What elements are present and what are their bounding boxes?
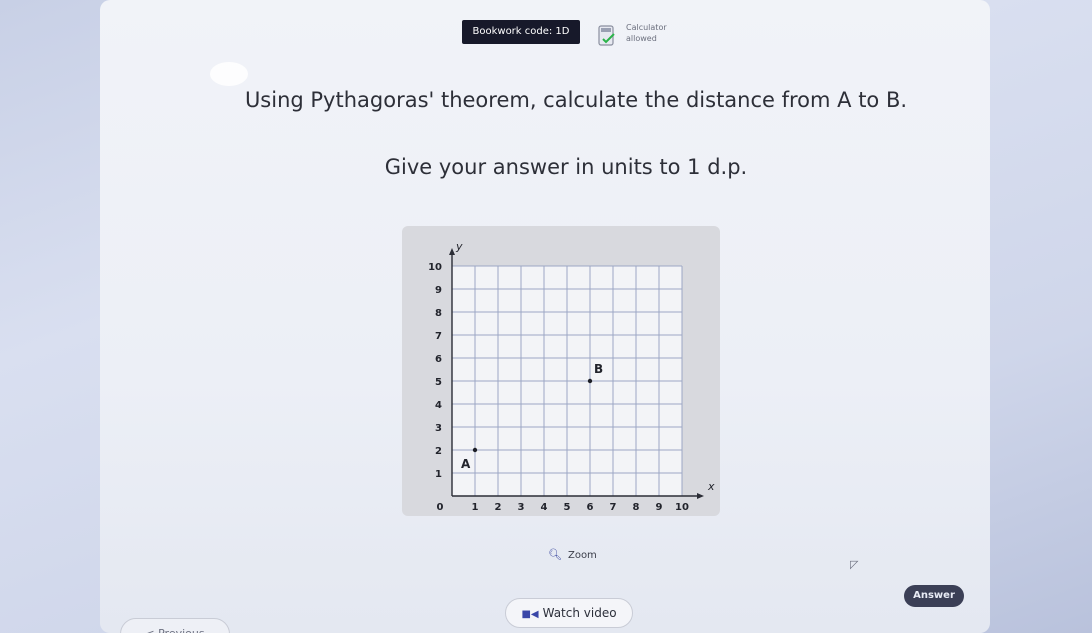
x-tick-label: 5 — [564, 502, 571, 513]
x-tick-label: 8 — [633, 502, 640, 513]
point-a — [472, 447, 478, 453]
calculator-label: Calculator — [626, 23, 667, 32]
y-tick-label: 3 — [435, 423, 442, 434]
y-tick-label: 2 — [435, 446, 442, 457]
x-tick-label: 10 — [675, 502, 689, 513]
graph-canvas: 1 2 3 4 5 6 7 8 9 10 1 2 3 4 5 6 7 8 9 10 0 x y A B — [428, 240, 715, 513]
instruction-text: Give your answer in units to 1 d.p. — [384, 155, 748, 179]
y-tick-label: 5 — [435, 377, 442, 388]
y-tick-label: 7 — [435, 331, 442, 342]
magnifier-icon: 🔍︎ — [548, 548, 562, 561]
y-tick-label: 4 — [435, 400, 442, 411]
coordinate-graph[interactable]: 1 2 3 4 5 6 7 8 9 10 1 2 3 4 5 6 7 8 9 10 0 x y A B — [402, 226, 720, 516]
watch-video-label: Watch video — [542, 606, 617, 620]
point-label-a: A — [461, 457, 471, 471]
x-axis-label: x — [707, 480, 715, 493]
video-icon: ■◀ — [521, 609, 539, 620]
x-tick-label: 9 — [656, 502, 663, 513]
zoom-label: Zoom — [567, 550, 597, 561]
y-tick-label: 8 — [435, 308, 442, 319]
y-tick-label: 6 — [435, 354, 442, 365]
point-label-b: B — [594, 362, 603, 376]
question-text: Using Pythagoras' theorem, calculate the… — [244, 88, 908, 112]
x-tick-label: 7 — [610, 502, 617, 513]
x-tick-label: 6 — [587, 502, 594, 513]
y-tick-label: 9 — [435, 285, 442, 296]
y-tick-label: 10 — [428, 262, 442, 273]
calculator-allowed-text: Calculator allowed — [626, 22, 667, 44]
x-tick-label: 4 — [541, 502, 548, 513]
point-b — [587, 378, 593, 384]
allowed-label: allowed — [626, 34, 657, 43]
bookwork-code-badge: Bookwork code: 1D — [462, 20, 580, 44]
zoom-button[interactable]: 🔍︎ Zoom — [548, 548, 597, 561]
previous-button[interactable]: < Previous — [120, 618, 230, 633]
answer-button[interactable]: Answer — [904, 585, 964, 607]
x-tick-label: 3 — [518, 502, 525, 513]
watch-video-button[interactable]: ■◀ Watch video — [505, 598, 633, 628]
x-tick-label: 1 — [472, 502, 479, 513]
y-axis-arrow — [449, 248, 455, 255]
y-tick-label: 1 — [435, 469, 442, 480]
screen-glare — [210, 62, 248, 86]
x-tick-label: 2 — [495, 502, 502, 513]
calculator-check-icon — [598, 25, 615, 46]
y-axis-label: y — [455, 240, 463, 253]
mouse-pointer-icon: ◸ — [850, 558, 859, 571]
origin-label: 0 — [437, 502, 444, 513]
x-axis-arrow — [697, 493, 704, 499]
